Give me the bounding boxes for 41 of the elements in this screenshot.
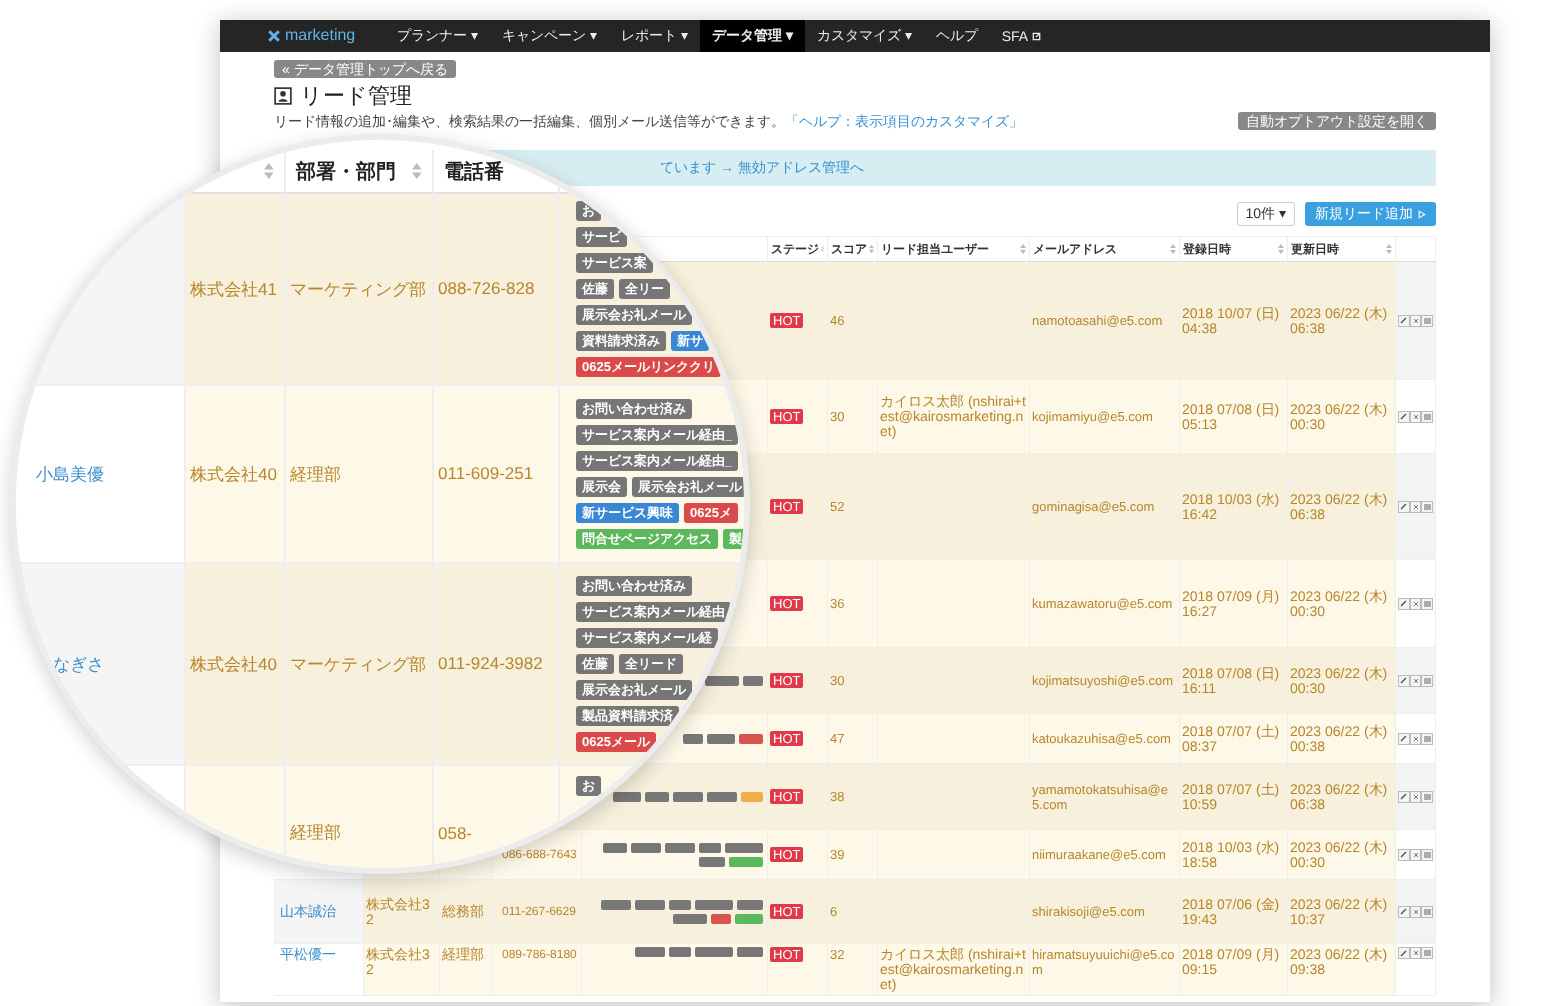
edit-button[interactable] [1398,790,1410,803]
edit-button[interactable] [1398,674,1410,687]
column-header[interactable]: 部署・部門 [296,157,396,185]
phone-cell: 088-726-828 [434,194,560,386]
edit-button[interactable] [1398,848,1410,861]
pencil-icon [1400,735,1408,742]
edit-button[interactable] [1398,314,1410,327]
column-header[interactable]: 電話番 [444,157,504,185]
pencil-icon [1400,677,1408,684]
edit-button[interactable] [1398,410,1410,423]
detail-button[interactable] [1421,597,1433,610]
edit-button[interactable] [1398,905,1410,918]
pencil-icon [1400,851,1408,858]
phone-cell: 011-609-251 [434,386,560,564]
department-cell: マーケティング部 [286,194,434,386]
department-cell: マーケティング部 [286,564,434,766]
phone-cell: 011-924-3982 [434,564,560,766]
pencil-icon [1400,908,1408,915]
lead-name-link[interactable]: 小島美優 [16,386,186,564]
company-cell: 株式会社40 [186,564,286,766]
person-card-icon [274,87,292,105]
pencil-icon [1400,317,1408,324]
edit-button[interactable] [1398,500,1410,513]
page-title: リード管理 [300,81,412,111]
x-logo-icon [268,30,280,42]
pencil-icon [1400,503,1408,510]
pencil-icon [1400,600,1408,607]
logo-text[interactable]: marketing [285,27,356,45]
edit-button[interactable] [1398,597,1410,610]
detail-button[interactable] [1421,410,1433,423]
pencil-icon [1400,793,1408,800]
company-cell: 株式会社41 [186,194,286,386]
pencil-icon [1400,413,1408,420]
detail-button[interactable] [1421,848,1433,861]
pencil-icon [1400,949,1408,957]
department-cell: 経理部 [286,766,434,868]
detail-button[interactable] [1421,732,1433,745]
department-cell: 経理部 [286,386,434,564]
company-cell: 株式会社40 [186,386,286,564]
edit-button[interactable] [1398,732,1410,745]
edit-button[interactable] [1398,947,1410,959]
